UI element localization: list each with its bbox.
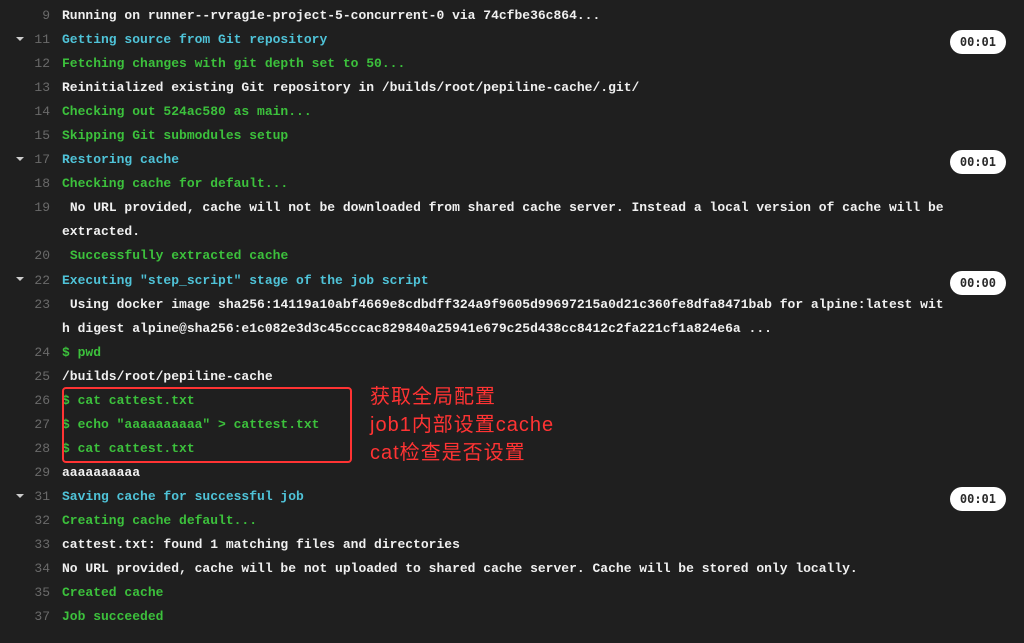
annotation-line-1: 获取全局配置 <box>370 383 554 411</box>
line-number: 28 <box>30 437 62 461</box>
line-number: 27 <box>30 413 62 437</box>
section-timer: 00:00 <box>950 271 1006 295</box>
log-line-14: 14Checking out 524ac580 as main... <box>0 100 1024 124</box>
log-line-22: 22Executing "step_script" stage of the j… <box>0 269 1024 293</box>
log-line-11: 11Getting source from Git repository00:0… <box>0 28 1024 52</box>
line-number: 15 <box>30 124 62 148</box>
log-line-19: 19 No URL provided, cache will not be do… <box>0 196 1024 244</box>
log-line-15: 15Skipping Git submodules setup <box>0 124 1024 148</box>
line-number: 29 <box>30 461 62 485</box>
section-timer: 00:01 <box>950 487 1006 511</box>
line-number: 18 <box>30 172 62 196</box>
line-number: 24 <box>30 341 62 365</box>
annotation-line-3: cat检查是否设置 <box>370 439 554 467</box>
line-number: 34 <box>30 557 62 581</box>
line-number: 19 <box>30 196 62 220</box>
log-line-9: 9Running on runner--rvrag1e-project-5-co… <box>0 4 1024 28</box>
log-line-35: 35Created cache <box>0 581 1024 605</box>
line-text: Running on runner--rvrag1e-project-5-con… <box>62 4 1014 28</box>
line-number: 17 <box>30 148 62 172</box>
chevron-down-icon[interactable] <box>10 269 30 291</box>
section-timer: 00:01 <box>950 150 1006 174</box>
line-text: Checking out 524ac580 as main... <box>62 100 1014 124</box>
log-line-12: 12Fetching changes with git depth set to… <box>0 52 1024 76</box>
line-number: 22 <box>30 269 62 293</box>
line-text: cattest.txt: found 1 matching files and … <box>62 533 1014 557</box>
line-number: 9 <box>30 4 62 28</box>
line-number: 12 <box>30 52 62 76</box>
line-text: No URL provided, cache will not be downl… <box>62 196 1014 244</box>
log-line-37: 37Job succeeded <box>0 605 1024 629</box>
line-text: Getting source from Git repository <box>62 28 1014 52</box>
line-text: Skipping Git submodules setup <box>62 124 1014 148</box>
line-number: 11 <box>30 28 62 52</box>
log-container: 9Running on runner--rvrag1e-project-5-co… <box>0 4 1024 629</box>
annotation-line-2: job1内部设置cache <box>370 411 554 439</box>
annotation-text: 获取全局配置job1内部设置cachecat检查是否设置 <box>370 383 554 467</box>
line-text: Fetching changes with git depth set to 5… <box>62 52 1014 76</box>
log-line-17: 17Restoring cache00:01 <box>0 148 1024 172</box>
log-line-23: 23 Using docker image sha256:14119a10abf… <box>0 293 1024 341</box>
log-line-13: 13Reinitialized existing Git repository … <box>0 76 1024 100</box>
line-number: 20 <box>30 244 62 268</box>
line-number: 35 <box>30 581 62 605</box>
line-number: 32 <box>30 509 62 533</box>
line-number: 25 <box>30 365 62 389</box>
log-line-34: 34No URL provided, cache will be not upl… <box>0 557 1024 581</box>
chevron-down-icon[interactable] <box>10 148 30 170</box>
line-number: 14 <box>30 100 62 124</box>
chevron-down-icon[interactable] <box>10 485 30 507</box>
line-text: Executing "step_script" stage of the job… <box>62 269 1014 293</box>
line-number: 31 <box>30 485 62 509</box>
line-number: 33 <box>30 533 62 557</box>
line-text: Reinitialized existing Git repository in… <box>62 76 1014 100</box>
log-line-18: 18Checking cache for default... <box>0 172 1024 196</box>
line-text: Saving cache for successful job <box>62 485 1014 509</box>
line-number: 13 <box>30 76 62 100</box>
log-line-24: 24$ pwd <box>0 341 1024 365</box>
line-text: Restoring cache <box>62 148 1014 172</box>
line-number: 37 <box>30 605 62 629</box>
log-line-33: 33cattest.txt: found 1 matching files an… <box>0 533 1024 557</box>
log-line-32: 32Creating cache default... <box>0 509 1024 533</box>
line-text: Checking cache for default... <box>62 172 1014 196</box>
line-text: Job succeeded <box>62 605 1014 629</box>
line-text: Using docker image sha256:14119a10abf466… <box>62 293 1014 341</box>
line-number: 23 <box>30 293 62 317</box>
section-timer: 00:01 <box>950 30 1006 54</box>
line-text: Creating cache default... <box>62 509 1014 533</box>
log-line-31: 31Saving cache for successful job00:01 <box>0 485 1024 509</box>
line-text: Successfully extracted cache <box>62 244 1014 268</box>
log-line-20: 20 Successfully extracted cache <box>0 244 1024 268</box>
line-number: 26 <box>30 389 62 413</box>
line-text: $ pwd <box>62 341 1014 365</box>
chevron-down-icon[interactable] <box>10 28 30 50</box>
line-text: Created cache <box>62 581 1014 605</box>
line-text: No URL provided, cache will be not uploa… <box>62 557 1014 581</box>
